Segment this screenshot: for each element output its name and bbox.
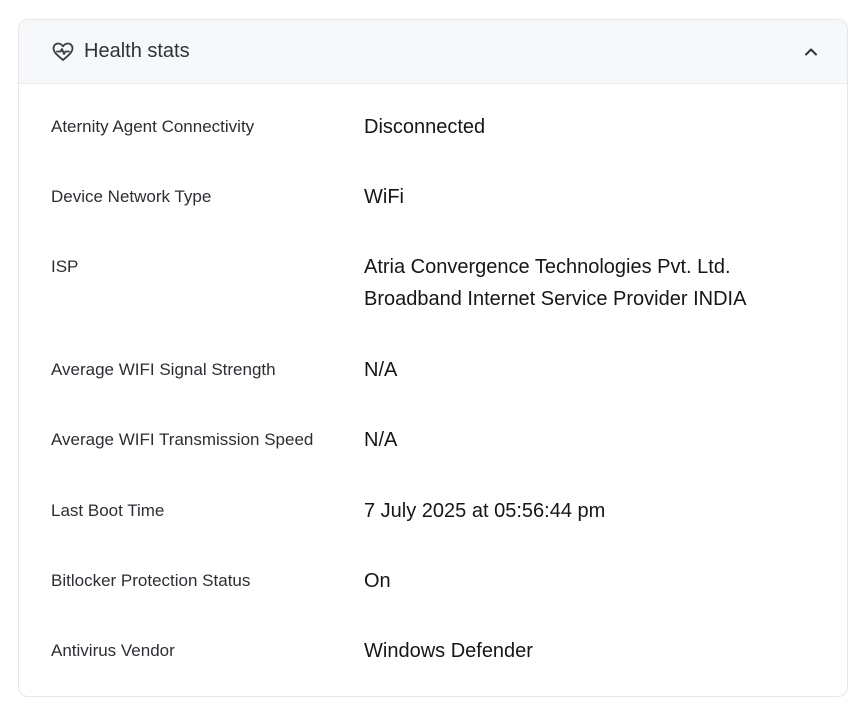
stat-row-antivirus: Antivirus Vendor Windows Defender [51, 639, 827, 667]
stat-label: Aternity Agent Connectivity [51, 117, 255, 136]
stat-label: Bitlocker Protection Status [51, 571, 251, 590]
stat-value: Windows Defender [364, 640, 533, 662]
stat-label: Average WIFI Signal Strength [51, 360, 276, 379]
stat-value-line2: Broadband Internet Service Provider INDI… [364, 288, 747, 310]
stat-label: Last Boot Time [51, 501, 165, 520]
stat-label: Antivirus Vendor [51, 641, 175, 660]
stat-row-last-boot: Last Boot Time 7 July 2025 at 05:56:44 p… [51, 499, 827, 527]
stat-row-bitlocker: Bitlocker Protection Status On [51, 569, 827, 597]
stat-label: Device Network Type [51, 187, 212, 206]
health-stats-header[interactable]: Health stats [19, 20, 847, 84]
stat-row-agent-connectivity: Aternity Agent Connectivity Disconnected [51, 115, 827, 143]
stat-value: Atria Convergence Technologies Pvt. Ltd. [364, 256, 731, 278]
heart-pulse-icon [51, 40, 75, 64]
stat-row-wifi-signal: Average WIFI Signal Strength N/A [51, 358, 827, 386]
stat-row-wifi-speed: Average WIFI Transmission Speed N/A [51, 428, 827, 456]
stat-value: N/A [364, 359, 398, 381]
stat-value: WiFi [364, 186, 404, 208]
panel-title: Health stats [84, 40, 190, 62]
stat-row-network-type: Device Network Type WiFi [51, 185, 827, 213]
stat-value: N/A [364, 429, 398, 451]
stat-label: ISP [51, 257, 79, 276]
stat-value: Disconnected [364, 116, 486, 138]
chevron-up-icon[interactable] [801, 42, 821, 62]
stat-label: Average WIFI Transmission Speed [51, 430, 314, 449]
stat-value: 7 July 2025 at 05:56:44 pm [364, 500, 606, 522]
health-stats-panel: Health stats Aternity Agent Connectivity… [18, 19, 848, 697]
stat-value-group: Atria Convergence Technologies Pvt. Ltd.… [364, 251, 746, 315]
stat-value: On [364, 570, 391, 592]
stat-row-isp: ISP Atria Convergence Technologies Pvt. … [51, 255, 827, 315]
